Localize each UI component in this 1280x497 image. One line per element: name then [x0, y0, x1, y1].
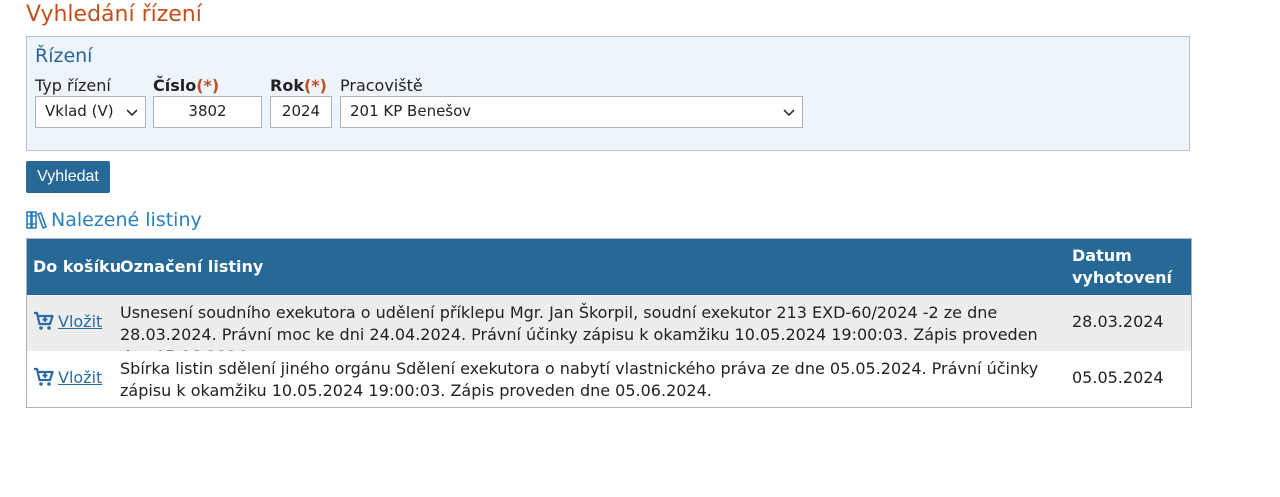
insert-cart-label[interactable]: Vložit: [58, 368, 102, 387]
cart-icon: [34, 311, 54, 330]
results-title: Nalezené listiny: [26, 208, 202, 232]
document-text: Sbírka listin sdělení jiného orgánu Sděl…: [120, 359, 1039, 400]
page-title: Vyhledání řízení: [26, 2, 202, 27]
number-input-value: 3802: [188, 102, 227, 120]
office-select-value: 201 KP Benešov: [350, 102, 472, 120]
document-date: 05.05.2024: [1072, 368, 1164, 387]
table-row: Vložit Sbírka listin sdělení jiného orgá…: [27, 351, 1191, 407]
office-select[interactable]: 201 KP Benešov: [340, 96, 803, 128]
results-title-text: Nalezené listiny: [51, 209, 202, 231]
books-icon: [26, 211, 47, 230]
type-select[interactable]: Vklad (V): [35, 96, 146, 128]
results-table: Do košíku Označení listiny Datum vyhotov…: [26, 238, 1192, 408]
table-row: Vložit Usnesení soudního exekutora o udě…: [27, 295, 1191, 366]
number-input[interactable]: 3802: [153, 96, 262, 128]
office-label: Pracoviště: [340, 76, 423, 95]
year-input-value: 2024: [281, 102, 321, 120]
col-cart: Do košíku: [33, 257, 122, 276]
table-header: Do košíku Označení listiny Datum vyhotov…: [27, 239, 1191, 295]
panel-title: Řízení: [35, 45, 93, 67]
insert-cart-link[interactable]: Vložit: [33, 311, 102, 331]
type-label: Typ řízení: [35, 76, 111, 95]
col-doc: Označení listiny: [120, 257, 264, 276]
chevron-down-icon: [126, 109, 138, 117]
year-input[interactable]: 2024: [270, 96, 332, 128]
insert-cart-link[interactable]: Vložit: [33, 367, 102, 387]
number-label: Číslo(*): [153, 76, 220, 95]
cart-icon: [34, 367, 54, 386]
col-date-line1: Datum: [1072, 246, 1132, 265]
chevron-down-icon: [783, 109, 795, 117]
search-button[interactable]: Vyhledat: [26, 161, 110, 193]
insert-cart-label[interactable]: Vložit: [58, 312, 102, 331]
search-panel: Řízení Typ řízení Číslo(*) Rok(*) Pracov…: [26, 36, 1190, 151]
document-date: 28.03.2024: [1072, 312, 1164, 331]
type-select-value: Vklad (V): [45, 102, 114, 120]
col-date-line2: vyhotovení: [1072, 268, 1173, 287]
year-label: Rok(*): [270, 76, 327, 95]
